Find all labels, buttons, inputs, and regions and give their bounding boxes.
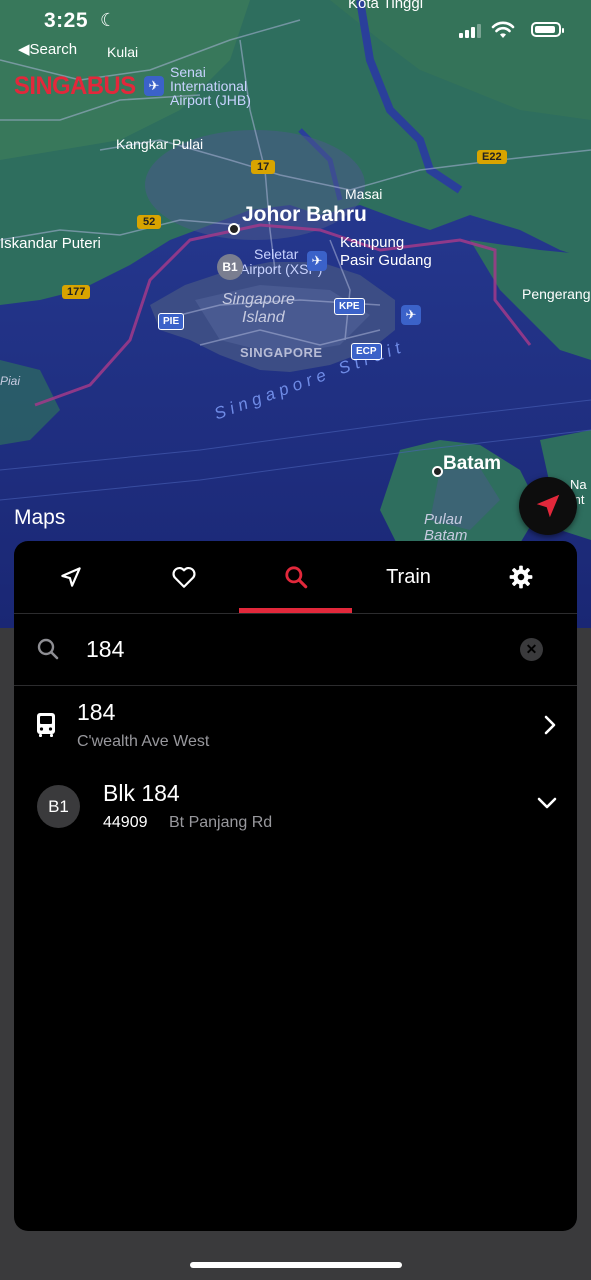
back-triangle-icon: ◀: [18, 41, 30, 58]
map-label: Johor Bahru: [242, 203, 367, 226]
moon-icon: ☾: [100, 10, 117, 30]
map-label: Kampung: [340, 234, 405, 251]
road-shield: KPE: [334, 298, 365, 315]
status-bar: 3:25 ☾ ◀Search: [0, 0, 591, 58]
result-stop-row[interactable]: B1 Blk 184 44909 Bt Panjang Rd: [14, 766, 577, 851]
airport-icon: ✈: [307, 251, 327, 271]
back-to-search-link[interactable]: ◀Search: [18, 40, 77, 58]
tab-settings[interactable]: [464, 541, 577, 613]
app-logo: SINGABUS: [14, 72, 136, 100]
stop-name: Blk 184: [103, 780, 180, 806]
tab-favourites[interactable]: [127, 541, 240, 613]
airport-icon: ✈: [144, 76, 164, 96]
map-view[interactable]: Kota Tinggi Kulai Senai International Ai…: [0, 0, 591, 628]
road-shield: 52: [137, 215, 162, 229]
map-label: Batam: [443, 453, 502, 474]
road-shield: 17: [251, 160, 276, 174]
maps-attribution: Maps: [14, 506, 66, 529]
result-service-row[interactable]: 184 C'wealth Ave West: [14, 686, 577, 766]
map-label: SINGAPORE: [240, 345, 323, 360]
map-label: Pasir Gudang: [340, 252, 432, 269]
service-number: 184: [77, 699, 116, 725]
map-label: Airport (JHB): [170, 92, 251, 108]
home-indicator[interactable]: [190, 1262, 402, 1268]
map-label: Kulai: [107, 44, 139, 60]
stop-code: 44909: [103, 814, 148, 831]
bus-icon: [37, 713, 55, 737]
tab-search[interactable]: [239, 541, 352, 613]
gear-icon: [509, 565, 532, 589]
map-label: Pulau: [424, 511, 463, 528]
airport-icon: ✈: [401, 305, 421, 325]
close-icon: ✕: [525, 641, 538, 657]
chevron-right-icon: [544, 715, 556, 735]
stop-road: Bt Panjang Rd: [169, 814, 273, 831]
stop-badge: B1: [37, 785, 80, 828]
heart-icon: [171, 566, 196, 588]
search-icon: [284, 566, 307, 589]
cellular-signal-icon: [459, 24, 481, 38]
status-time: 3:25: [44, 9, 89, 32]
map-label: Kangkar Pulai: [116, 136, 204, 152]
bottom-sheet: Train 184 ✕ 184 C'wealth Ave West B1 Blk…: [14, 541, 577, 1231]
battery-icon: [531, 22, 564, 37]
location-arrow-icon: [536, 494, 560, 518]
road-shield: ECP: [351, 343, 382, 360]
map-label: Island: [242, 309, 285, 326]
search-icon: [37, 638, 59, 660]
clear-search-button[interactable]: ✕: [520, 638, 543, 661]
location-arrow-icon: [60, 567, 81, 587]
tab-train[interactable]: Train: [352, 541, 465, 613]
search-input[interactable]: [86, 633, 506, 665]
tab-train-label: Train: [386, 565, 431, 588]
road-shield: E22: [477, 150, 507, 164]
map-label: Iskandar Puteri: [0, 235, 101, 252]
city-dot-icon: [228, 223, 240, 235]
map-label: Seletar: [254, 246, 299, 262]
search-bar: ✕: [14, 613, 577, 686]
road-shield: PIE: [158, 313, 185, 330]
map-label: Singapore: [222, 291, 295, 308]
stop-marker[interactable]: B1: [217, 254, 243, 280]
tab-nearby[interactable]: [14, 541, 127, 613]
city-dot-icon: [432, 466, 443, 477]
wifi-icon: [491, 21, 515, 38]
service-destination: C'wealth Ave West: [77, 733, 210, 750]
road-shield: 177: [62, 285, 91, 299]
chevron-down-icon[interactable]: [537, 796, 557, 810]
map-label: Piai: [0, 374, 21, 388]
map-label: Pengerang: [522, 286, 591, 302]
locate-me-button[interactable]: [519, 477, 577, 535]
tab-bar: Train: [14, 541, 577, 614]
map-label: Masai: [345, 186, 383, 202]
